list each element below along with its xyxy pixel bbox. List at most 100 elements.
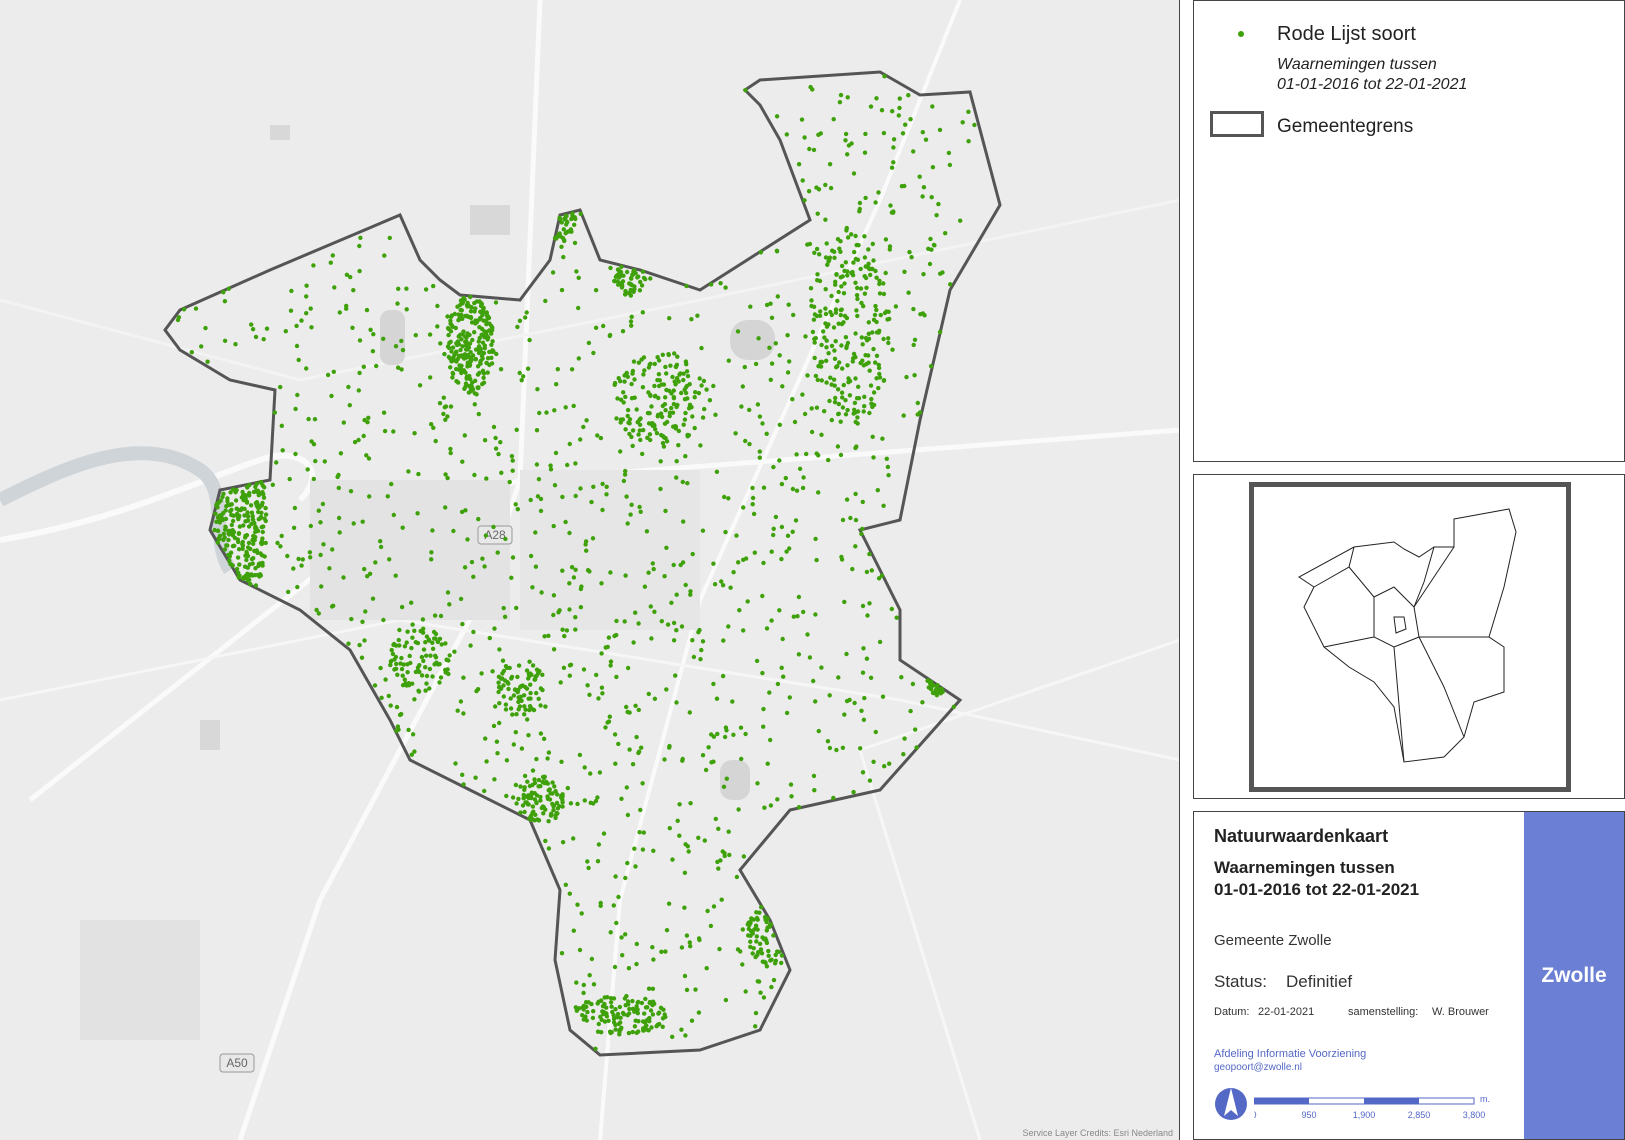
observation-point (393, 643, 399, 648)
observation-point (595, 1001, 600, 1006)
observation-point (867, 778, 873, 783)
observation-point (697, 627, 702, 633)
observation-point (887, 761, 892, 766)
observation-point (507, 479, 512, 485)
observation-point (526, 793, 531, 798)
observation-point (247, 573, 253, 578)
observation-point (244, 551, 249, 556)
observation-point (396, 286, 401, 291)
observation-point (511, 742, 516, 747)
observation-point (677, 802, 682, 807)
observation-point (261, 524, 266, 529)
observation-point (629, 396, 635, 401)
observation-point (233, 498, 239, 503)
observation-point (519, 746, 525, 751)
observation-point (883, 270, 888, 276)
observation-point (812, 312, 818, 317)
observation-point (651, 566, 656, 572)
observation-point (626, 420, 631, 425)
observation-point (305, 467, 310, 472)
observation-point (853, 517, 859, 523)
map-canvas[interactable]: A28 A50 (0, 0, 1180, 1140)
observation-point (472, 300, 477, 306)
observation-point (717, 946, 722, 952)
observation-point (537, 410, 542, 416)
observation-point (607, 1029, 613, 1034)
observation-point (534, 462, 540, 467)
observation-point (399, 604, 405, 610)
observation-point (614, 632, 619, 638)
observation-point (567, 607, 572, 612)
observation-point (647, 1000, 652, 1006)
observation-point (466, 390, 472, 395)
observation-point (861, 304, 866, 309)
observation-point (514, 712, 519, 717)
map-view[interactable]: A28 A50 Service Layer Credits: Esri Nede… (0, 0, 1180, 1140)
observation-point (263, 512, 269, 517)
observation-point (846, 380, 851, 385)
observation-point (663, 364, 668, 370)
observation-point (771, 532, 776, 538)
observation-point (322, 459, 327, 464)
observation-point (642, 368, 647, 373)
observation-point (761, 937, 767, 942)
observation-point (424, 673, 430, 679)
observation-point (547, 797, 553, 802)
observation-point (845, 152, 850, 157)
observation-point (862, 234, 867, 239)
observation-point (640, 781, 645, 786)
observation-point (754, 910, 759, 915)
observation-point (654, 431, 660, 436)
observation-point (786, 302, 791, 307)
observation-point (347, 403, 352, 408)
observation-point (642, 1011, 647, 1016)
observation-point (245, 518, 251, 523)
observation-point (394, 661, 399, 667)
observation-point (872, 312, 878, 318)
observation-point (245, 545, 251, 550)
observation-point (243, 535, 248, 540)
observation-point (874, 353, 880, 358)
observation-point (509, 676, 514, 681)
observation-point (370, 596, 376, 601)
observation-point (714, 469, 720, 474)
observation-point (582, 765, 587, 770)
observation-point (599, 581, 604, 586)
observation-point (832, 348, 837, 353)
observation-point (481, 350, 487, 356)
observation-point (679, 1027, 684, 1032)
observation-point (441, 395, 446, 400)
observation-point (831, 377, 837, 382)
observation-point (471, 574, 476, 579)
observation-point (559, 287, 565, 293)
observation-point (842, 313, 848, 319)
observation-point (415, 511, 420, 516)
observation-point (828, 375, 833, 380)
observation-point (859, 531, 864, 537)
observation-point (534, 756, 539, 762)
observation-point (452, 649, 457, 654)
observation-point (625, 812, 631, 818)
observation-point (319, 584, 324, 589)
observation-point (227, 558, 232, 563)
observation-point (612, 279, 618, 284)
observation-point (591, 350, 596, 356)
observation-point (484, 333, 490, 339)
observation-point (461, 675, 466, 680)
observation-point (750, 485, 755, 491)
observation-point (869, 396, 874, 402)
observation-point (357, 338, 363, 343)
observation-point (858, 746, 863, 751)
observation-point (881, 336, 886, 342)
observation-point (881, 503, 886, 508)
observation-point (851, 171, 857, 176)
observation-point (683, 359, 689, 364)
observation-point (809, 298, 814, 303)
observation-point (704, 966, 709, 971)
observation-point (432, 613, 438, 618)
road-label-a50: A50 (219, 1053, 255, 1073)
observation-point (295, 392, 300, 398)
observation-point (590, 536, 596, 541)
observation-point (845, 235, 851, 240)
observation-point (797, 466, 803, 471)
